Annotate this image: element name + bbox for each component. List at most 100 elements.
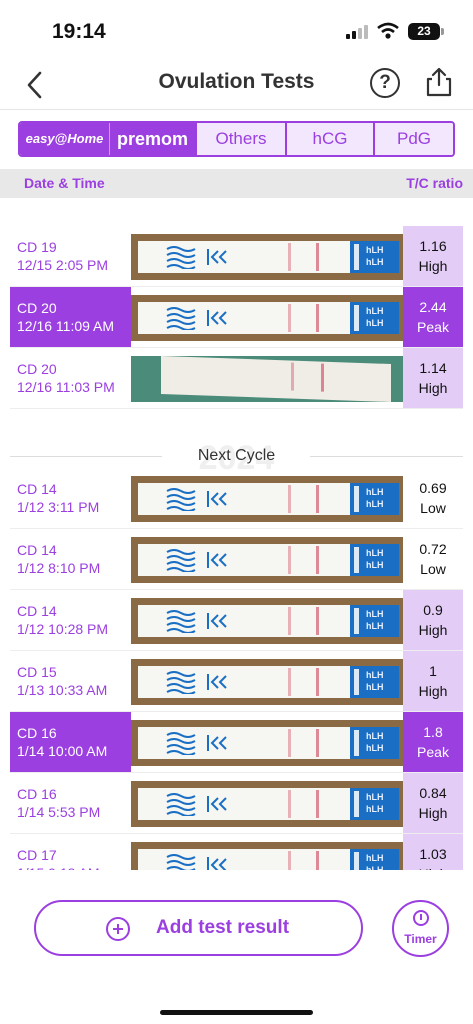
- row-datetime: 1/12 3:11 PM: [17, 499, 100, 515]
- test-strip-photo[interactable]: hLH hLH: [131, 537, 403, 583]
- test-row[interactable]: CD 16 1/14 5:53 PM hLH hLH 0.84 High: [0, 773, 473, 834]
- test-strip-photo[interactable]: hLH hLH: [131, 598, 403, 644]
- wave-pattern-icon: [166, 610, 196, 633]
- test-row[interactable]: CD 171/15 9:18 AM hLHhLH1.03High: [0, 834, 473, 870]
- row-date-label: CD 16 1/14 10:00 AM: [10, 712, 131, 773]
- test-row[interactable]: CD 15 1/13 10:33 AM hLH hLH 1 High: [0, 651, 473, 712]
- tab-hcg[interactable]: hCG: [285, 123, 373, 155]
- arrow-marks-icon: [207, 310, 227, 326]
- status-bar: 19:14 23: [0, 0, 473, 62]
- tc-ratio-value: 0.72: [419, 541, 447, 557]
- test-strip-photo[interactable]: hLH hLH: [131, 295, 403, 341]
- test-list[interactable]: CD 19 12/15 2:05 PM hLH hLH 1.16 High CD 20 12/…: [0, 198, 473, 870]
- tc-ratio-cell: 1 High: [403, 651, 463, 712]
- tc-ratio-cell: 1.16 High: [403, 226, 463, 287]
- arrow-marks-icon: [207, 249, 227, 265]
- tc-ratio-value: 1.16: [419, 238, 447, 254]
- tab-easy-at-home[interactable]: easy@Home: [20, 123, 109, 155]
- row-date-label: CD 14 1/12 3:11 PM: [10, 468, 131, 529]
- tc-ratio-cell: 1.8 Peak: [403, 712, 463, 773]
- row-date-label: CD 14 1/12 10:28 PM: [10, 590, 131, 651]
- strip-body: [138, 849, 350, 870]
- cycle-day: CD 14: [17, 481, 57, 497]
- test-row[interactable]: CD 20 12/16 11:03 PM 1.14 High: [0, 348, 473, 409]
- timer-label: Timer: [404, 932, 437, 946]
- lh-level: High: [418, 380, 448, 396]
- tab-others[interactable]: Others: [195, 123, 285, 155]
- row-datetime: 1/12 8:10 PM: [17, 560, 101, 576]
- strip-body: [138, 788, 350, 820]
- help-button[interactable]: ?: [370, 68, 400, 98]
- nav-bar: Ovulation Tests ?: [0, 62, 473, 108]
- wave-pattern-icon: [166, 793, 196, 816]
- tc-ratio-value: 0.9: [423, 602, 443, 618]
- wave-pattern-icon: [166, 246, 196, 269]
- row-datetime: 1/14 10:00 AM: [17, 743, 108, 759]
- tab-pdg[interactable]: PdG: [373, 123, 453, 155]
- strip-handle: hLH hLH: [350, 605, 399, 637]
- test-strip-photo[interactable]: hLH hLH: [131, 781, 403, 827]
- row-date-label: CD 171/15 9:18 AM: [10, 834, 131, 870]
- tab-premom[interactable]: premom: [109, 123, 195, 155]
- test-strip-photo[interactable]: hLH hLH: [131, 720, 403, 766]
- lh-level: Low: [420, 561, 446, 577]
- arrow-marks-icon: [207, 674, 227, 690]
- tc-ratio-cell: 0.69 Low: [403, 468, 463, 529]
- test-strip-photo[interactable]: hLH hLH: [131, 659, 403, 705]
- strip-body: [138, 483, 350, 515]
- tc-ratio-cell: 1.14 High: [403, 348, 463, 409]
- plus-circle-icon: [106, 917, 130, 941]
- row-datetime: 1/12 10:28 PM: [17, 621, 109, 637]
- test-strip-photo[interactable]: hLH hLH: [131, 234, 403, 280]
- column-header: Date & Time T/C ratio: [0, 169, 473, 198]
- test-strip-photo[interactable]: hLH hLH: [131, 842, 403, 870]
- test-row[interactable]: CD 20 12/16 11:09 AM hLH hLH 2.44 Peak: [0, 287, 473, 348]
- wave-pattern-icon: [166, 732, 196, 755]
- cycle-day: CD 17: [17, 847, 57, 863]
- row-date-label: CD 14 1/12 8:10 PM: [10, 529, 131, 590]
- wifi-icon: [377, 22, 399, 39]
- share-icon[interactable]: [424, 66, 454, 98]
- test-row[interactable]: CD 16 1/14 10:00 AM hLH hLH 1.8 Peak: [0, 712, 473, 773]
- test-row[interactable]: CD 19 12/15 2:05 PM hLH hLH 1.16 High: [0, 226, 473, 287]
- column-tc-ratio: T/C ratio: [406, 175, 463, 191]
- tc-ratio-value: 1: [429, 663, 437, 679]
- lh-level: Peak: [417, 744, 449, 760]
- add-test-result-button[interactable]: Add test result: [34, 900, 363, 956]
- battery-tip: [441, 28, 444, 35]
- status-time: 19:14: [52, 20, 106, 43]
- strip-body: [138, 727, 350, 759]
- test-strip-photo[interactable]: [131, 356, 403, 402]
- tc-ratio-value: 1.03: [419, 846, 447, 862]
- nav-divider: [0, 109, 473, 110]
- strip-handle: hLH hLH: [350, 241, 399, 273]
- timer-button[interactable]: Timer: [392, 900, 449, 957]
- strip-handle: hLH hLH: [350, 302, 399, 334]
- strip-body: [138, 605, 350, 637]
- arrow-marks-icon: [207, 796, 227, 812]
- strip-handle: hLH hLH: [350, 788, 399, 820]
- test-strip-photo[interactable]: hLH hLH: [131, 476, 403, 522]
- arrow-marks-icon: [207, 491, 227, 507]
- lh-level: High: [418, 805, 448, 821]
- test-row[interactable]: CD 14 1/12 3:11 PM hLH hLH 0.69 Low: [0, 468, 473, 529]
- row-date-label: CD 15 1/13 10:33 AM: [10, 651, 131, 712]
- tc-ratio-value: 1.8: [423, 724, 443, 740]
- lh-level: High: [418, 258, 448, 274]
- row-datetime: 12/16 11:03 PM: [17, 379, 115, 395]
- lh-level: Low: [420, 500, 446, 516]
- strip-handle: hLH hLH: [350, 849, 399, 870]
- strip-body: [138, 241, 350, 273]
- clock-icon: [413, 910, 429, 926]
- arrow-marks-icon: [207, 857, 227, 870]
- battery-icon: 23: [408, 23, 440, 40]
- row-datetime: 12/15 2:05 PM: [17, 257, 109, 273]
- test-row[interactable]: CD 14 1/12 8:10 PM hLH hLH 0.72 Low: [0, 529, 473, 590]
- strip-body: [138, 666, 350, 698]
- tc-ratio-value: 0.69: [419, 480, 447, 496]
- test-row[interactable]: CD 14 1/12 10:28 PM hLH hLH 0.9 High: [0, 590, 473, 651]
- row-date-label: CD 20 12/16 11:09 AM: [10, 287, 131, 348]
- tc-ratio-cell: 0.84 High: [403, 773, 463, 834]
- tc-ratio-cell: 0.9 High: [403, 590, 463, 651]
- arrow-marks-icon: [207, 613, 227, 629]
